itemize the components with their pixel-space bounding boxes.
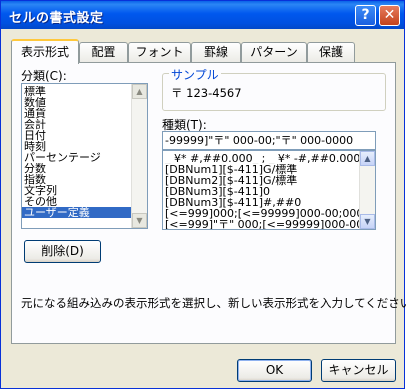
list-item[interactable]: _ ¥* #,##0.000_ ; _ ¥* -#,##0.000_ ; _ ¥ <box>163 153 359 164</box>
tab-protection[interactable]: 保護 <box>307 42 355 62</box>
type-list[interactable]: _ ¥* #,##0.000_ ; _ ¥* -#,##0.000_ ; _ ¥… <box>162 150 376 230</box>
scroll-down-icon[interactable]: ▼ <box>132 213 147 228</box>
sample-title: サンプル <box>169 66 221 83</box>
list-item[interactable]: 日付 <box>22 130 131 141</box>
category-list[interactable]: 標準 数値 通貨 会計 日付 時刻 パーセンテージ 分数 指数 文字列 その他 … <box>21 83 148 229</box>
list-item[interactable]: 時刻 <box>22 141 131 152</box>
tab-alignment[interactable]: 配置 <box>79 42 128 62</box>
format-cells-dialog: セルの書式設定 ? ✕ 表示形式 配置 フォント 罫線 パターン 保護 分類(C… <box>0 0 407 389</box>
list-item[interactable]: その他 <box>22 196 131 207</box>
tab-patterns[interactable]: パターン <box>241 42 307 62</box>
list-item[interactable]: 標準 <box>22 86 131 97</box>
list-item[interactable]: [DBNum3][$-411]0 <box>163 186 359 197</box>
list-item[interactable]: [DBNum3][$-411]#,##0 <box>163 197 359 208</box>
dialog-title: セルの書式設定 <box>9 11 104 26</box>
list-item[interactable]: 通貨 <box>22 108 131 119</box>
list-item[interactable]: パーセンテージ <box>22 152 131 163</box>
close-button[interactable]: ✕ <box>379 5 400 26</box>
category-scrollbar[interactable]: ▲ ▼ <box>131 84 147 228</box>
list-item[interactable]: [DBNum1][$-411]G/標準 <box>163 164 359 175</box>
list-item-selected[interactable]: ユーザー定義 <box>22 207 131 218</box>
delete-button[interactable]: 削除(D) <box>24 240 101 263</box>
help-icon: ? <box>361 7 370 23</box>
close-icon: ✕ <box>383 7 396 23</box>
list-item[interactable]: 分数 <box>22 163 131 174</box>
scroll-up-icon[interactable]: ▲ <box>360 151 375 166</box>
title-bar[interactable]: セルの書式設定 ? ✕ <box>1 1 404 29</box>
list-item[interactable]: [<=999]000;[<=99999]000-00;000-00 <box>163 208 359 219</box>
cancel-button[interactable]: キャンセル <box>321 359 396 382</box>
sample-group: サンプル 〒 123-4567 <box>162 66 386 111</box>
list-item[interactable]: 数値 <box>22 97 131 108</box>
scroll-up-icon[interactable]: ▲ <box>132 84 147 99</box>
scroll-down-icon[interactable]: ▼ <box>360 214 375 229</box>
ok-button[interactable]: OK <box>237 359 312 382</box>
tab-border[interactable]: 罫線 <box>191 42 241 62</box>
list-item[interactable]: 文字列 <box>22 185 131 196</box>
sample-value: 〒 123-4567 <box>171 86 242 100</box>
list-item[interactable]: [DBNum2][$-411]G/標準 <box>163 175 359 186</box>
description-text: 元になる組み込みの表示形式を選択し、新しい表示形式を入力してください。 <box>21 296 407 310</box>
list-item[interactable]: 会計 <box>22 119 131 130</box>
list-item[interactable]: 指数 <box>22 174 131 185</box>
tab-font[interactable]: フォント <box>128 42 191 62</box>
category-label: 分類(C): <box>21 69 67 83</box>
help-button[interactable]: ? <box>355 5 376 26</box>
type-scrollbar[interactable]: ▲ ▼ <box>359 151 375 229</box>
tab-number[interactable]: 表示形式 <box>11 39 79 64</box>
type-input[interactable]: -99999]"〒" 000-00;"〒" 000-0000 <box>162 131 376 150</box>
list-item[interactable]: [<=999]"〒" 000;[<=99999]000-00; <box>163 219 359 229</box>
